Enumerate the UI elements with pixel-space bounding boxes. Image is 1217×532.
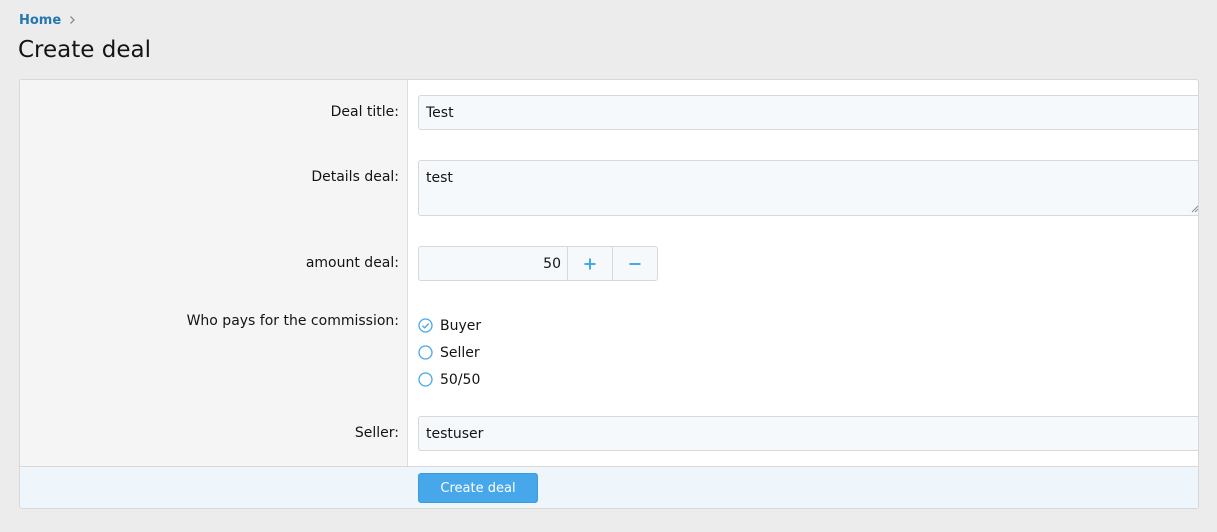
create-deal-form: Deal title: Test Details deal: test amou… — [19, 79, 1199, 509]
amount-input[interactable]: 50 — [419, 247, 568, 280]
form-label-column — [20, 80, 408, 466]
seller-input[interactable]: testuser — [418, 416, 1198, 451]
radio-seller[interactable]: Seller — [418, 339, 481, 366]
radio-seller-label: Seller — [440, 344, 480, 361]
page-title: Create deal — [18, 37, 151, 63]
form-submit-row: Create deal — [20, 466, 1198, 508]
details-deal-label: Details deal: — [311, 169, 399, 185]
radio-buyer-label: Buyer — [440, 317, 482, 334]
details-deal-textarea[interactable]: test — [418, 160, 1199, 216]
radio-split-label: 50/50 — [440, 371, 481, 388]
create-deal-button[interactable]: Create deal — [418, 473, 538, 503]
check-circle-icon — [418, 318, 433, 333]
decrement-button[interactable] — [613, 247, 657, 280]
commission-label: Who pays for the commission: — [186, 313, 399, 329]
deal-title-label: Deal title: — [330, 104, 399, 120]
deal-title-input[interactable]: Test — [418, 95, 1198, 130]
breadcrumb-home-link[interactable]: Home — [19, 13, 61, 28]
radio-split[interactable]: 50/50 — [418, 366, 481, 393]
commission-radio-group: Buyer Seller 50/50 — [418, 312, 481, 393]
amount-stepper: 50 — [418, 246, 658, 281]
increment-button[interactable] — [568, 247, 613, 280]
plus-icon — [584, 258, 596, 269]
resize-grip-icon[interactable] — [1191, 205, 1199, 213]
amount-deal-label: amount deal: — [305, 255, 399, 271]
minus-icon — [629, 262, 641, 265]
details-deal-text: test — [426, 170, 453, 186]
chevron-right-icon — [70, 16, 76, 24]
circle-icon — [418, 345, 433, 360]
seller-label: Seller: — [354, 425, 399, 441]
radio-buyer[interactable]: Buyer — [418, 312, 481, 339]
circle-icon — [418, 372, 433, 387]
breadcrumb: Home — [19, 11, 76, 29]
